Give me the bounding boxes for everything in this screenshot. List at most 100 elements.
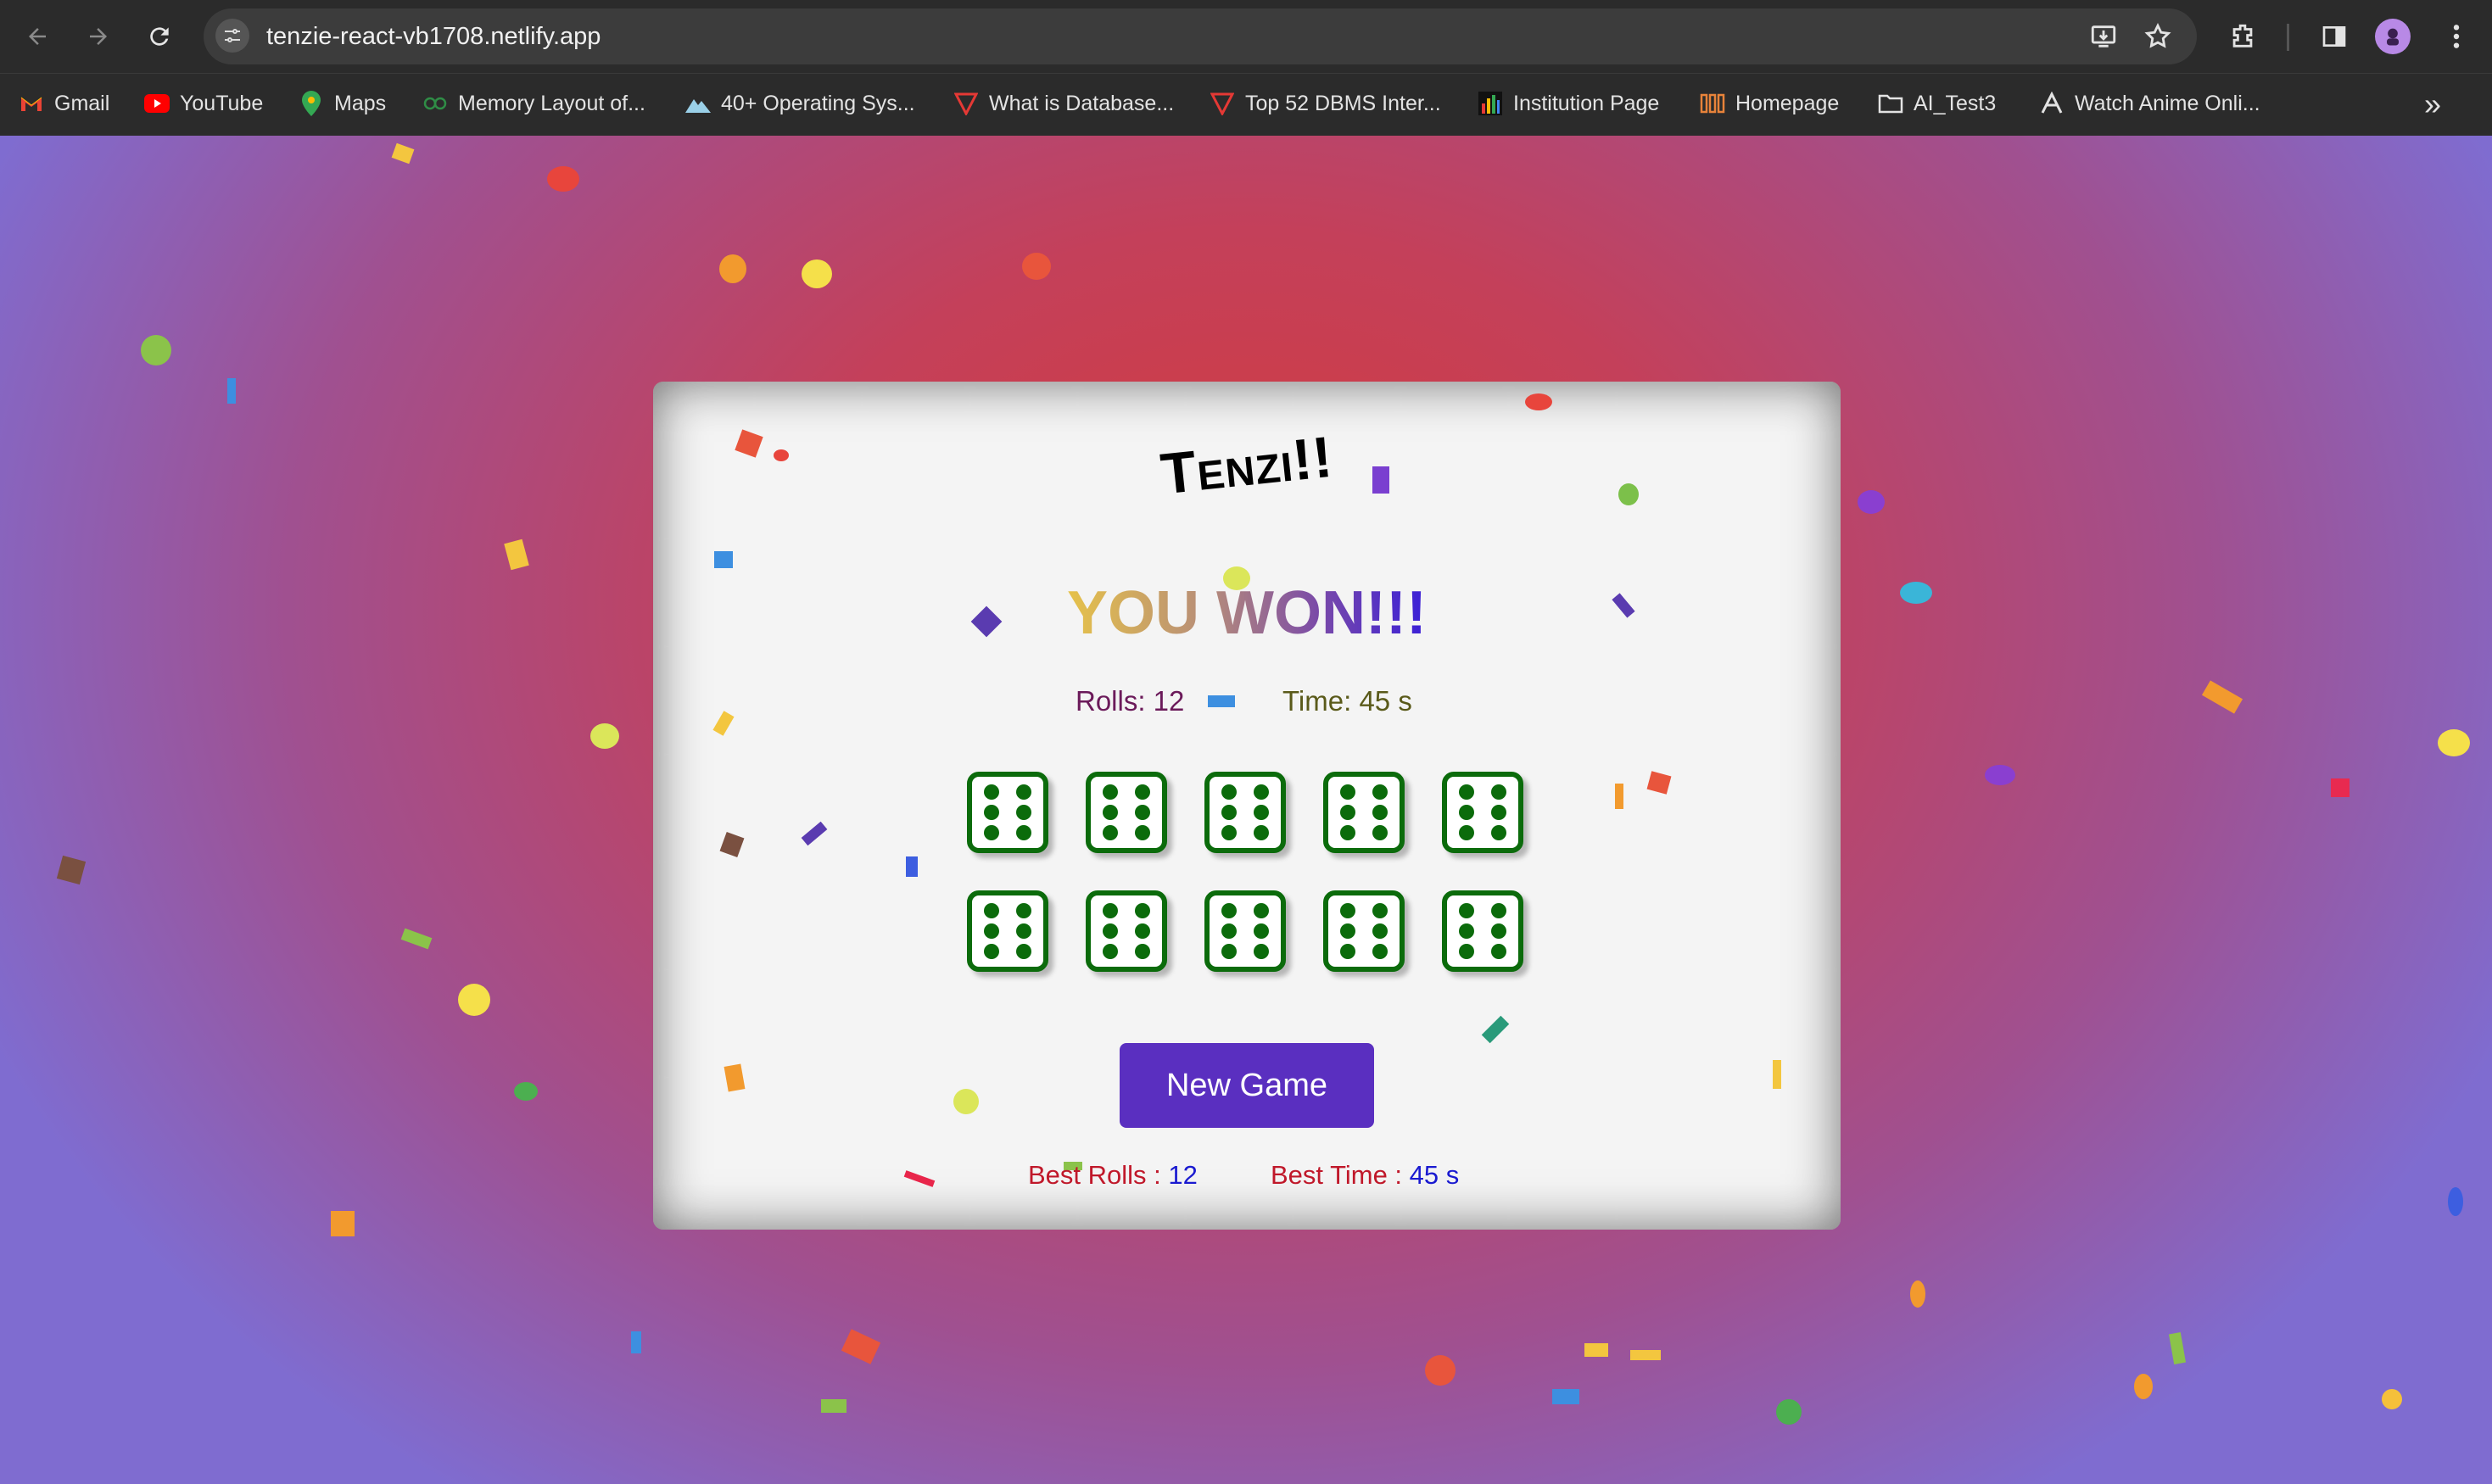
die-pip xyxy=(1372,903,1388,919)
install-app-icon[interactable] xyxy=(2085,18,2122,55)
die-pip xyxy=(1372,824,1388,840)
bookmark-watch-anime[interactable]: Watch Anime Onli... xyxy=(2039,88,2260,119)
confetti-piece xyxy=(953,1089,979,1114)
bookmark-memory-layout[interactable]: Memory Layout of... xyxy=(422,88,645,119)
die[interactable] xyxy=(967,890,1048,972)
die-pip xyxy=(983,903,999,919)
confetti-piece xyxy=(2331,778,2350,797)
die-pip xyxy=(1458,903,1474,919)
die[interactable] xyxy=(1323,890,1405,972)
confetti-piece xyxy=(735,429,763,458)
die-pip xyxy=(1102,805,1118,820)
confetti-piece xyxy=(802,259,832,288)
die-pip xyxy=(1135,805,1151,820)
die-pip xyxy=(1102,903,1118,919)
die-pip xyxy=(1372,923,1388,939)
die[interactable] xyxy=(1323,772,1405,853)
confetti-piece xyxy=(391,142,415,165)
die[interactable] xyxy=(1442,772,1523,853)
geeksforgeeks-icon xyxy=(422,91,448,116)
bookmark-operating-systems[interactable]: 40+ Operating Sys... xyxy=(685,88,915,119)
confetti-piece xyxy=(841,1329,881,1364)
die-pip xyxy=(983,805,999,820)
reload-icon[interactable] xyxy=(139,16,180,57)
bookmark-youtube[interactable]: YouTube xyxy=(144,88,263,119)
die-pip xyxy=(1339,784,1355,801)
die-pip xyxy=(1102,943,1118,959)
die-pip xyxy=(1254,824,1270,840)
tutorial-icon xyxy=(1210,91,1235,116)
new-game-button[interactable]: New Game xyxy=(1120,1043,1374,1128)
confetti-piece xyxy=(1630,1350,1661,1360)
die-pip xyxy=(1458,784,1474,801)
bookmark-gmail[interactable]: Gmail xyxy=(19,88,109,119)
die-pip xyxy=(1458,824,1474,840)
confetti-piece xyxy=(2134,1374,2153,1399)
confetti-piece xyxy=(801,821,828,846)
forward-icon[interactable] xyxy=(78,16,119,57)
side-panel-icon[interactable] xyxy=(2316,18,2353,55)
bookmark-star-icon[interactable] xyxy=(2139,18,2176,55)
menu-kebab-icon[interactable] xyxy=(2438,18,2475,55)
die[interactable] xyxy=(1086,772,1167,853)
game-card: Tenzi!! YOU WON!!! Rolls: 12 Time: 45 s … xyxy=(653,382,1841,1230)
confetti-piece xyxy=(2448,1187,2463,1216)
confetti-piece xyxy=(590,723,619,749)
confetti-piece xyxy=(1773,1060,1781,1089)
die-pip xyxy=(1491,903,1507,919)
confetti-piece xyxy=(2168,1332,2187,1364)
die-pip xyxy=(1221,903,1237,919)
die-pip xyxy=(1135,903,1151,919)
bookmark-homepage[interactable]: Homepage xyxy=(1700,88,1839,119)
die-pip xyxy=(1254,784,1270,801)
die-pip xyxy=(1221,805,1237,820)
confetti-piece xyxy=(514,1082,538,1101)
die[interactable] xyxy=(967,772,1048,853)
die-pip xyxy=(1254,943,1270,959)
mountain-icon xyxy=(685,91,711,116)
die-pip xyxy=(983,824,999,840)
extensions-icon[interactable] xyxy=(2224,18,2261,55)
bookmark-maps[interactable]: Maps xyxy=(299,88,386,119)
screen: tenzie-react-vb1708.netlify.app Gmail Yo… xyxy=(0,0,2492,1484)
die-pip xyxy=(1016,923,1032,939)
bookmark-top-dbms[interactable]: Top 52 DBMS Inter... xyxy=(1210,88,1441,119)
bookmark-what-is-database[interactable]: What is Database... xyxy=(953,88,1174,119)
die-pip xyxy=(1016,824,1032,840)
die[interactable] xyxy=(1442,890,1523,972)
die-pip xyxy=(983,784,999,801)
back-icon[interactable] xyxy=(17,16,58,57)
profile-avatar[interactable] xyxy=(2375,19,2411,54)
die-pip xyxy=(1135,784,1151,801)
die-pip xyxy=(1254,805,1270,820)
bookmark-folder-ai-test3[interactable]: AI_Test3 xyxy=(1878,88,1996,119)
confetti-piece xyxy=(2201,680,2243,714)
die-pip xyxy=(1016,784,1032,801)
die-pip xyxy=(1372,943,1388,959)
die[interactable] xyxy=(1204,772,1286,853)
confetti-piece xyxy=(712,711,735,736)
dice-grid xyxy=(967,772,1561,1026)
die-pip xyxy=(1339,903,1355,919)
die-pip xyxy=(1254,923,1270,939)
die-pip xyxy=(1221,784,1237,801)
site-info-icon[interactable] xyxy=(215,19,249,53)
die-pip xyxy=(1339,824,1355,840)
bookmark-institution-page[interactable]: Institution Page xyxy=(1478,88,1659,119)
die[interactable] xyxy=(1204,890,1286,972)
die-pip xyxy=(1339,923,1355,939)
die-pip xyxy=(1372,805,1388,820)
die-pip xyxy=(1254,903,1270,919)
page-background: Tenzi!! YOU WON!!! Rolls: 12 Time: 45 s … xyxy=(0,136,2492,1484)
confetti-piece xyxy=(331,1211,355,1236)
confetti-piece xyxy=(1022,253,1051,280)
bookmarks-overflow-icon[interactable]: » xyxy=(2424,86,2441,122)
confetti-piece xyxy=(227,378,236,404)
die-pip xyxy=(1221,824,1237,840)
die-pip xyxy=(1135,824,1151,840)
die[interactable] xyxy=(1086,890,1167,972)
confetti-piece xyxy=(1618,483,1639,505)
youtube-icon xyxy=(144,91,170,116)
die-pip xyxy=(1102,824,1118,840)
die-pip xyxy=(1372,784,1388,801)
